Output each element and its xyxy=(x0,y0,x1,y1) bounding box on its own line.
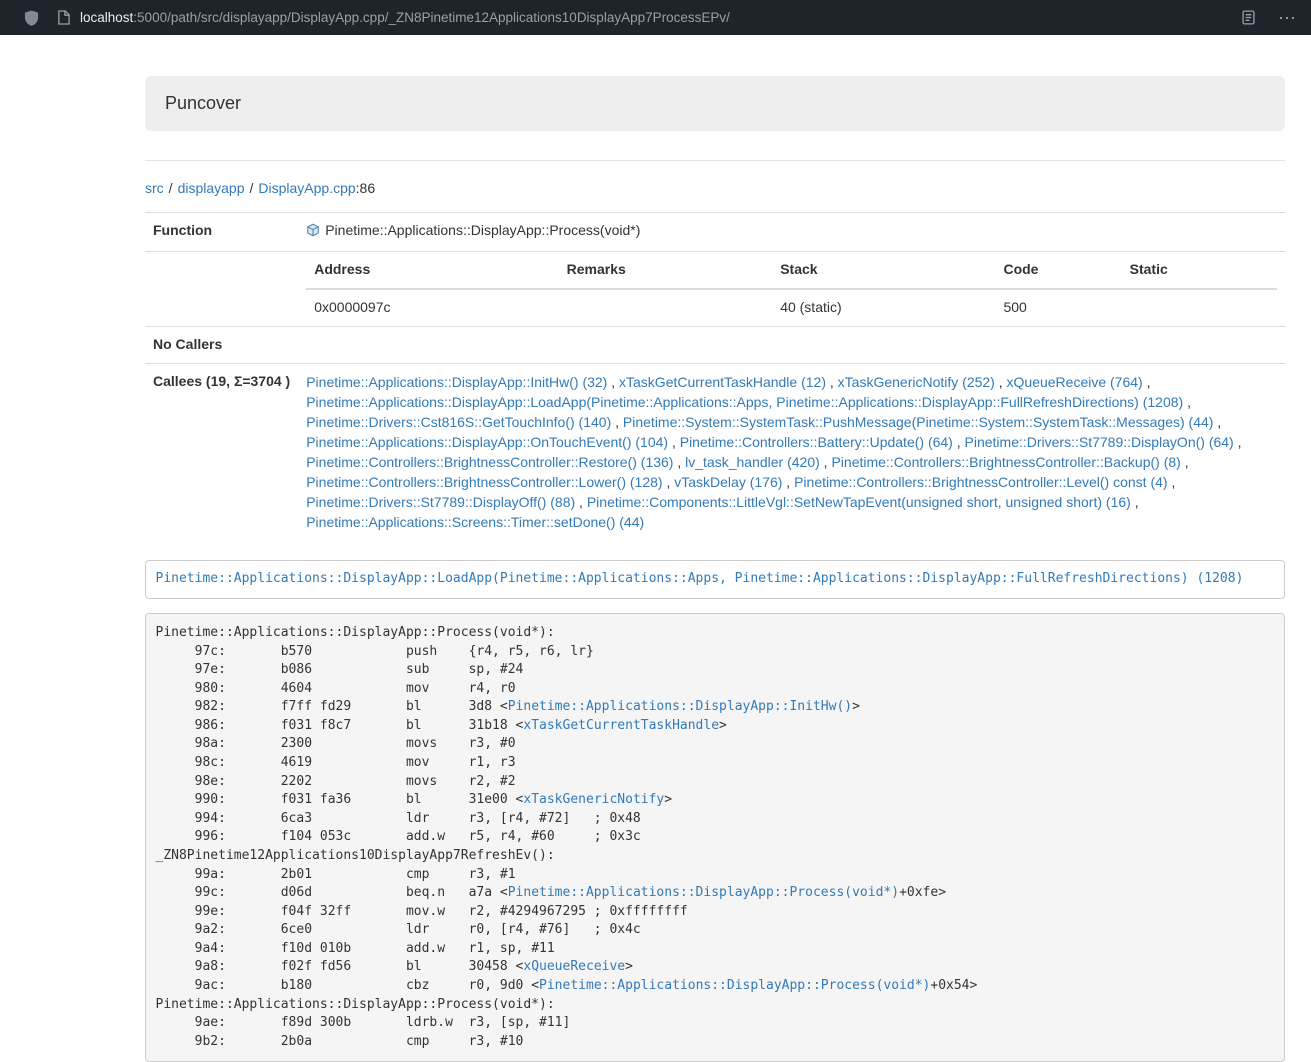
breadcrumb-separator: / xyxy=(250,180,254,196)
function-row: Function Pinetime::Applications::Display… xyxy=(145,212,1285,251)
symbol-link[interactable]: xQueueReceive xyxy=(523,959,625,974)
page-icon[interactable] xyxy=(57,10,70,25)
no-callers-row: No Callers xyxy=(145,326,1285,363)
breadcrumb-line-number: :86 xyxy=(356,180,375,196)
breadcrumb-separator: / xyxy=(169,180,173,196)
callee-link[interactable]: Pinetime::Applications::Screens::Timer::… xyxy=(306,514,644,530)
col-header-code: Code xyxy=(995,252,1121,289)
url-text[interactable]: localhost:5000/path/src/displayapp/Displ… xyxy=(80,8,1229,27)
shield-icon[interactable] xyxy=(24,10,39,26)
callee-link[interactable]: Pinetime::Drivers::Cst816S::GetTouchInfo… xyxy=(306,414,611,430)
callee-link[interactable]: Pinetime::Applications::DisplayApp::Init… xyxy=(306,374,607,390)
page-container: Puncover src/displayapp/DisplayApp.cpp:8… xyxy=(145,76,1285,1062)
col-header-stack: Stack xyxy=(772,252,995,289)
col-header-address: Address xyxy=(306,252,558,289)
page-title: Puncover xyxy=(165,91,241,117)
callee-link[interactable]: Pinetime::System::SystemTask::PushMessag… xyxy=(623,414,1214,430)
no-callers-label: No Callers xyxy=(145,326,298,363)
divider xyxy=(145,160,1285,161)
callees-label: Callees (19, Σ=3704 ) xyxy=(145,363,298,540)
stat-static xyxy=(1122,289,1277,326)
callee-link[interactable]: Pinetime::Drivers::St7789::DisplayOn() (… xyxy=(965,434,1234,450)
function-row-label: Function xyxy=(145,212,298,251)
callee-link[interactable]: xTaskGenericNotify (252) xyxy=(838,374,995,390)
col-header-static: Static xyxy=(1122,252,1277,289)
stats-header-row: Address Remarks Stack Code Static xyxy=(306,252,1277,289)
callee-link[interactable]: lv_task_handler (420) xyxy=(685,454,820,470)
callee-link[interactable]: xQueueReceive (764) xyxy=(1007,374,1143,390)
callee-link[interactable]: Pinetime::Applications::DisplayApp::Load… xyxy=(306,394,1183,410)
callee-link[interactable]: Pinetime::Controllers::BrightnessControl… xyxy=(306,454,673,470)
stat-code: 500 xyxy=(995,289,1121,326)
breadcrumb-link-src[interactable]: src xyxy=(145,180,164,196)
callee-link[interactable]: xTaskGetCurrentTaskHandle (12) xyxy=(619,374,826,390)
callees-row: Callees (19, Σ=3704 ) Pinetime::Applicat… xyxy=(145,363,1285,540)
callee-link[interactable]: Pinetime::Drivers::St7789::DisplayOff() … xyxy=(306,494,575,510)
url-path: :5000/path/src/displayapp/DisplayApp.cpp… xyxy=(133,10,730,25)
callee-detail-box: Pinetime::Applications::DisplayApp::Load… xyxy=(145,560,1285,600)
function-icon xyxy=(306,223,320,243)
reader-mode-icon[interactable] xyxy=(1241,10,1256,25)
breadcrumb-link-displayapp[interactable]: displayapp xyxy=(178,180,245,196)
symbol-link[interactable]: Pinetime::Applications::DisplayApp::Proc… xyxy=(508,885,899,900)
callee-link[interactable]: Pinetime::Controllers::BrightnessControl… xyxy=(794,474,1167,490)
col-header-remarks: Remarks xyxy=(559,252,773,289)
symbol-link[interactable]: xTaskGetCurrentTaskHandle xyxy=(523,718,719,733)
callee-link[interactable]: Pinetime::Applications::DisplayApp::OnTo… xyxy=(306,434,668,450)
app-title-panel: Puncover xyxy=(145,76,1285,131)
function-name: Pinetime::Applications::DisplayApp::Proc… xyxy=(325,222,640,238)
callee-detail-link[interactable]: Pinetime::Applications::DisplayApp::Load… xyxy=(156,571,1244,586)
symbol-link[interactable]: Pinetime::Applications::DisplayApp::Init… xyxy=(508,699,852,714)
callee-link[interactable]: Pinetime::Controllers::BrightnessControl… xyxy=(831,454,1180,470)
browser-bar: localhost:5000/path/src/displayapp/Displ… xyxy=(0,0,1311,35)
symbol-link[interactable]: Pinetime::Applications::DisplayApp::Proc… xyxy=(539,978,930,993)
symbol-link[interactable]: xTaskGenericNotify xyxy=(523,792,664,807)
stats-row: Address Remarks Stack Code Static 0x0000… xyxy=(145,251,1285,326)
url-host: localhost xyxy=(80,10,133,25)
breadcrumb-link-file[interactable]: DisplayApp.cpp xyxy=(258,180,355,196)
callee-link[interactable]: vTaskDelay (176) xyxy=(674,474,782,490)
menu-icon[interactable]: ⋯ xyxy=(1278,9,1297,27)
function-table: Function Pinetime::Applications::Display… xyxy=(145,212,1285,540)
callees-list: Pinetime::Applications::DisplayApp::Init… xyxy=(298,363,1285,540)
disassembly: Pinetime::Applications::DisplayApp::Proc… xyxy=(145,613,1285,1061)
stat-remarks xyxy=(559,289,773,326)
stat-stack: 40 (static) xyxy=(772,289,995,326)
callee-link[interactable]: Pinetime::Controllers::BrightnessControl… xyxy=(306,474,662,490)
stats-value-row: 0x0000097c 40 (static) 500 xyxy=(306,289,1277,326)
callee-link[interactable]: Pinetime::Components::LittleVgl::SetNewT… xyxy=(587,494,1131,510)
callee-link[interactable]: Pinetime::Controllers::Battery::Update()… xyxy=(680,434,953,450)
stat-address: 0x0000097c xyxy=(306,289,558,326)
breadcrumb: src/displayapp/DisplayApp.cpp:86 xyxy=(145,179,1285,199)
stats-table: Address Remarks Stack Code Static 0x0000… xyxy=(306,252,1277,326)
